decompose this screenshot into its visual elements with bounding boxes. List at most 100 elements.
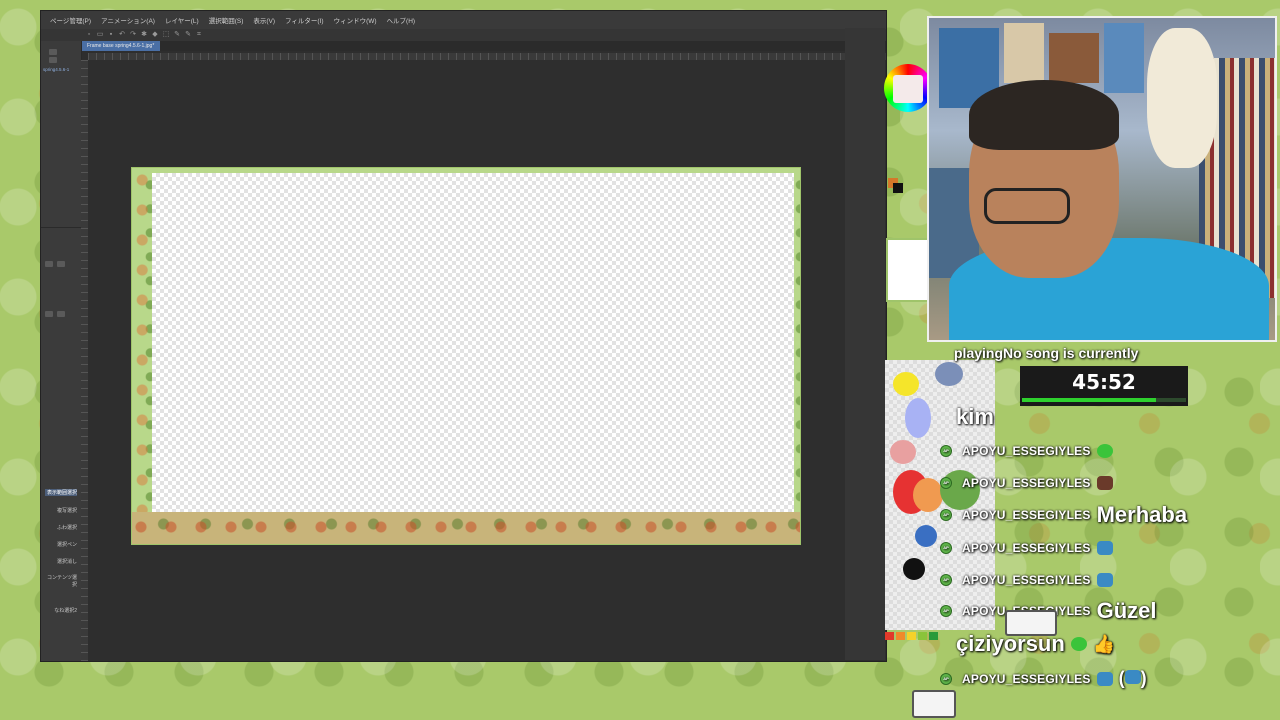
menu-filter[interactable]: フィルター(I) [280, 15, 329, 25]
subtool-item-3[interactable]: ふわ選択 [45, 524, 77, 531]
canvas-frame-bottom-art [132, 512, 800, 544]
subtool-item-5[interactable]: 選択消し [45, 558, 77, 565]
color-picker-square[interactable] [893, 75, 923, 103]
glasses [984, 188, 1070, 224]
navigator-preview[interactable] [886, 238, 930, 302]
menu-view[interactable]: 表示(V) [248, 15, 280, 25]
tool-select-icon[interactable] [49, 49, 57, 55]
frog-emote-icon [1096, 671, 1113, 686]
open-file-icon[interactable]: ▭ [96, 31, 104, 39]
pen-2-icon[interactable]: ✎ [184, 31, 192, 39]
layer-tag[interactable]: spring4.5.6-1 [43, 67, 69, 72]
paint-blob-dark-blue [915, 525, 937, 547]
redo-icon[interactable]: ↷ [129, 31, 137, 39]
chat-text: Merhaba [1096, 502, 1188, 527]
frog-emote-icon [1096, 541, 1113, 555]
frog-emote-icon [1096, 573, 1113, 587]
chat-message-3: AP APOYU_ESSEGIYLES Merhaba [940, 502, 1187, 528]
chat-text: Güzel [1096, 598, 1157, 623]
pixel-cat-sprite-icon [1005, 610, 1057, 636]
fill-icon[interactable]: ◆ [151, 31, 159, 39]
paint-blob-lavender [905, 398, 931, 438]
tool-move-icon[interactable] [49, 57, 57, 63]
chat-username: APOYU_ESSEGIYLES [962, 573, 1091, 587]
swatch-red[interactable] [885, 632, 894, 640]
chat-message-0: kim [956, 404, 994, 430]
green-blob-emote-icon [1070, 637, 1087, 651]
toolbar: ▫ ▭ ▪ ↶ ↷ ✱ ◆ ⬚ ✎ ✎ ⌗ [41, 29, 886, 41]
menu-bar: ページ管理(P) アニメーション(A) レイヤー(L) 選択範囲(S) 表示(V… [41, 11, 886, 30]
drawing-app-window: ページ管理(P) アニメーション(A) レイヤー(L) 選択範囲(S) 表示(V… [40, 10, 887, 662]
crop-icon[interactable]: ⌗ [195, 31, 203, 39]
webcam-feed [927, 16, 1277, 342]
chat-overlay: kim AP APOYU_ESSEGIYLES AP APOYU_ESSEGIY… [940, 400, 1270, 700]
ruler-vertical [81, 60, 88, 661]
document-tab-bar: Frame base spring4.5.6-1.jpg* [81, 41, 886, 51]
save-icon[interactable]: ▪ [107, 31, 115, 39]
menu-window[interactable]: ウィンドウ(W) [329, 15, 382, 25]
left-tool-panel: spring4.5.6-1 表示範囲選択 複写選択 ふわ選択 選択ペン 選択消し… [41, 41, 82, 661]
timer-value: 45:52 [1072, 370, 1136, 394]
canvas-transparent-area[interactable] [152, 173, 794, 512]
subtool-2-icon[interactable] [57, 261, 65, 267]
chat-message-2: AP APOYU_ESSEGIYLES [940, 476, 1113, 490]
now-playing-text: playingNo song is currently [954, 345, 1139, 361]
pen-icon[interactable]: ✎ [173, 31, 181, 39]
menu-page[interactable]: ページ管理(P) [45, 15, 96, 25]
right-tool-column [845, 28, 885, 660]
user-badge-icon: AP [940, 477, 952, 489]
current-color-swatch[interactable] [888, 178, 904, 194]
paint-blob-orange [913, 478, 943, 512]
user-badge-icon: AP [940, 542, 952, 554]
menu-animation[interactable]: アニメーション(A) [96, 15, 160, 25]
chat-username: APOYU_ESSEGIYLES [962, 671, 1091, 686]
canvas[interactable] [131, 167, 801, 545]
menu-selection[interactable]: 選択範囲(S) [204, 15, 249, 25]
chat-text: kim [956, 404, 994, 429]
subtool-3-icon[interactable] [45, 311, 53, 317]
tab-document[interactable]: Frame base spring4.5.6-1.jpg* [81, 41, 161, 51]
ruler-horizontal [88, 53, 886, 60]
paint-blob-pink [890, 440, 916, 464]
frog-in-parentheses-icon: () [1118, 668, 1147, 688]
teddy-bear [1147, 28, 1217, 168]
subtool-item-7[interactable]: なね選択2 [45, 607, 77, 614]
transform-icon[interactable]: ⬚ [162, 31, 170, 39]
undo-icon[interactable]: ↶ [118, 31, 126, 39]
user-badge-icon: AP [940, 672, 952, 685]
chat-message-8: AP APOYU_ESSEGIYLES () [940, 668, 1147, 689]
streamer-hair [969, 80, 1119, 150]
user-badge-icon: AP [940, 605, 952, 617]
chat-message-5: AP APOYU_ESSEGIYLES [940, 573, 1113, 587]
subtool-item-2[interactable]: 複写選択 [45, 507, 77, 514]
chat-message-1: AP APOYU_ESSEGIYLES [940, 444, 1113, 458]
pixel-cat-sprite-2-icon [912, 690, 956, 718]
user-badge-icon: AP [940, 574, 952, 586]
chat-username: APOYU_ESSEGIYLES [962, 444, 1091, 458]
paint-blob-black [903, 558, 925, 580]
swatch-lime[interactable] [918, 632, 927, 640]
subtool-item-1[interactable]: 表示範囲選択 [45, 489, 77, 496]
subtool-4-icon[interactable] [57, 311, 65, 317]
subtool-icon[interactable] [45, 261, 53, 267]
chat-message-4: AP APOYU_ESSEGIYLES [940, 541, 1113, 555]
menu-help[interactable]: ヘルプ(H) [382, 15, 421, 25]
chat-username: APOYU_ESSEGIYLES [962, 476, 1091, 490]
user-badge-icon: AP [940, 509, 952, 521]
user-badge-icon: AP [940, 445, 952, 457]
chat-username: APOYU_ESSEGIYLES [962, 508, 1091, 522]
swatch-green[interactable] [929, 632, 938, 640]
swatch-yellow[interactable] [907, 632, 916, 640]
subtool-item-6[interactable]: コンテンツ選択 [45, 574, 77, 588]
chat-username: APOYU_ESSEGIYLES [962, 541, 1091, 555]
green-blob-emote-icon [1096, 444, 1113, 458]
swatch-orange[interactable] [896, 632, 905, 640]
subtool-item-4[interactable]: 選択ペン [45, 541, 77, 548]
new-file-icon[interactable]: ▫ [85, 31, 93, 39]
paint-blob-blue [935, 362, 963, 386]
menu-layer[interactable]: レイヤー(L) [160, 15, 204, 25]
panel-divider [41, 227, 81, 228]
settings-icon[interactable]: ✱ [140, 31, 148, 39]
paint-blob-yellow [893, 372, 919, 396]
thumbs-up-icon: 👍 [1092, 633, 1116, 654]
